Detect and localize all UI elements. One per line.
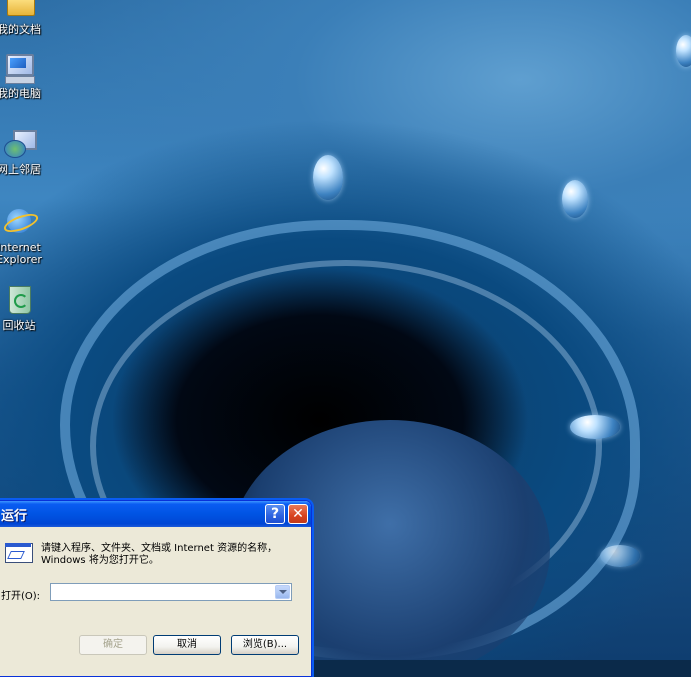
desktop-icon-internet-explorer[interactable]: Internet Explorer: [0, 206, 50, 266]
my-computer-icon: [3, 52, 35, 84]
close-icon: ✕: [292, 506, 304, 522]
desktop-icon-label: Internet Explorer: [0, 241, 42, 266]
open-label: 打开(O):: [1, 591, 41, 602]
run-prompt-text: 请键入程序、文件夹、文档或 Internet 资源的名称，Windows 将为您…: [41, 543, 278, 566]
help-icon: ?: [270, 506, 280, 522]
recycle-bin-icon: [3, 284, 35, 316]
my-documents-icon: [3, 0, 35, 20]
help-button[interactable]: ?: [265, 504, 285, 524]
open-input[interactable]: [51, 588, 277, 605]
desktop-icon-label: 我的文档: [0, 23, 41, 36]
ok-button[interactable]: 确定: [79, 635, 147, 655]
network-places-icon: [3, 128, 37, 160]
run-dialog-titlebar[interactable]: 运行 ? ✕: [0, 501, 311, 527]
internet-explorer-icon: [1, 206, 41, 238]
desktop-icon-label: 网上邻居: [0, 163, 41, 176]
chevron-down-icon[interactable]: [275, 585, 290, 599]
open-combobox[interactable]: [50, 583, 292, 605]
close-button[interactable]: ✕: [288, 504, 308, 524]
run-dialog: 运行 ? ✕ 请键入程序、文件夹、文档或 Internet 资源的名称，Wind…: [0, 500, 312, 677]
desktop-icon-network-places[interactable]: 网上邻居: [0, 128, 50, 176]
desktop-icon-my-documents[interactable]: 我的文档: [0, 0, 50, 36]
dialog-title: 运行: [1, 509, 28, 524]
browse-button[interactable]: 浏览(B)...: [231, 635, 299, 655]
run-icon: [3, 541, 33, 565]
desktop-icon-recycle-bin[interactable]: 回收站: [0, 284, 50, 332]
desktop-icon-label: 我的电脑: [0, 87, 41, 100]
cancel-button[interactable]: 取消: [153, 635, 221, 655]
desktop-icon-label: 回收站: [2, 319, 36, 332]
desktop-icon-my-computer[interactable]: 我的电脑: [0, 52, 50, 100]
